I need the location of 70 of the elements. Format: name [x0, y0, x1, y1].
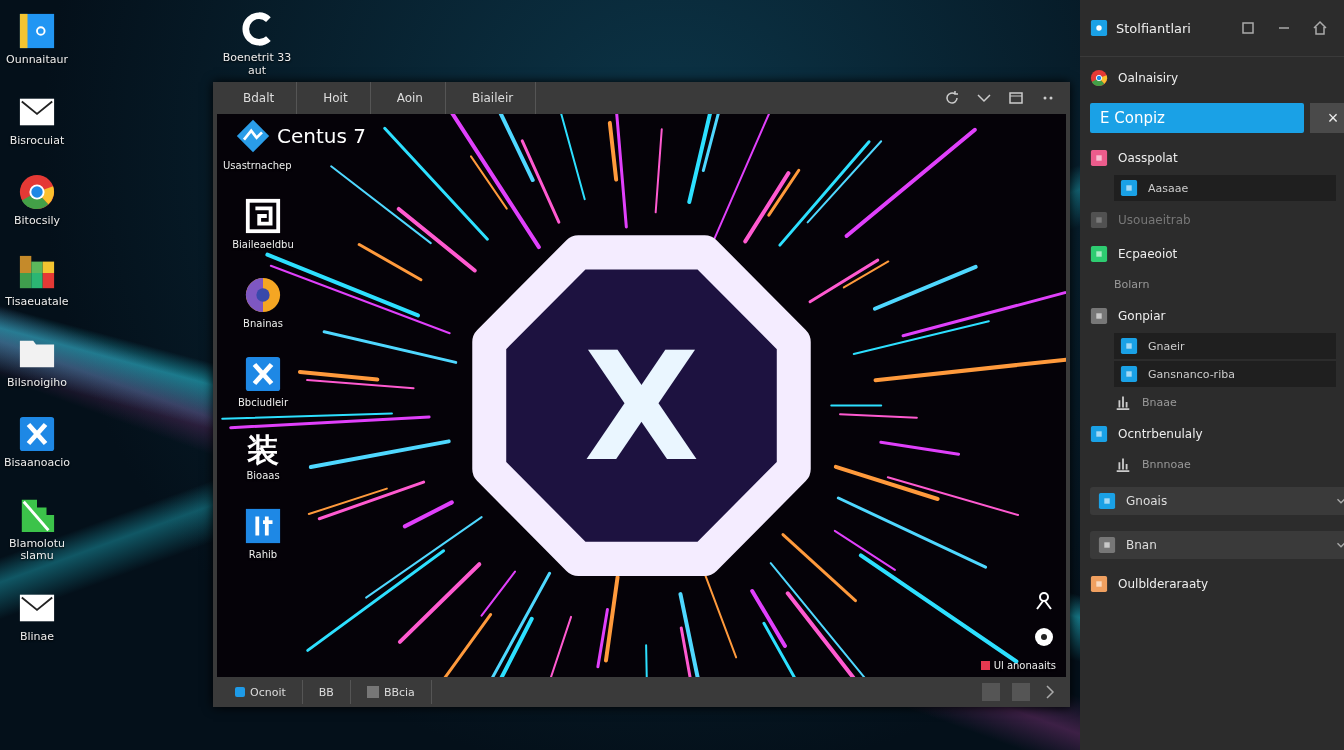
- x-app-icon: [244, 355, 282, 393]
- grid-icon: [366, 686, 379, 698]
- launcher-label[interactable]: Bbciudleir: [238, 397, 288, 408]
- sub-item-highlight[interactable]: Aasaae: [1114, 175, 1336, 201]
- status-bar-item[interactable]: BB: [302, 680, 351, 704]
- document-icon: [18, 12, 56, 50]
- browser-icon: [1090, 69, 1108, 87]
- close-button[interactable]: ×: [1310, 103, 1344, 133]
- square-logo-icon: [244, 197, 282, 235]
- sub-item[interactable]: Bnnnoae: [1142, 457, 1191, 471]
- app-subtitle: Usastrnachep: [223, 160, 293, 171]
- desktop-icon-label[interactable]: Bilsnoigiho: [0, 376, 74, 390]
- desktop-icon-label[interactable]: Bitocsily: [0, 215, 74, 228]
- app-icon: [1090, 245, 1108, 263]
- desktop-icon-label[interactable]: Tisaeuatale: [0, 295, 74, 309]
- app-icon: [1090, 575, 1108, 593]
- window-icon[interactable]: [1008, 90, 1024, 106]
- sub-item-highlight[interactable]: Gnaeir: [1114, 333, 1336, 359]
- app-title: Centus 7: [277, 124, 366, 148]
- panel-item[interactable]: Gonpiar: [1118, 309, 1166, 323]
- sub-item-highlight[interactable]: Gansnanco-riba: [1114, 361, 1336, 387]
- desktop-icon-label[interactable]: Bisrocuiat: [0, 134, 74, 148]
- desktop-icon-label[interactable]: Boenetrit 33 aut: [220, 52, 294, 78]
- home-icon[interactable]: [1312, 20, 1328, 36]
- dropdown[interactable]: Bnan: [1090, 531, 1344, 559]
- status-bar-item[interactable]: BBcia: [350, 680, 432, 704]
- corner-caption: Ul anonaaits: [993, 660, 1056, 671]
- app-icon: [1090, 149, 1108, 167]
- app-icon: [1090, 19, 1108, 37]
- sub-item[interactable]: Bolarn: [1114, 277, 1150, 291]
- desktop-icon-label[interactable]: Bisaanoacio: [0, 457, 74, 470]
- sub-item[interactable]: Gnaeir: [1148, 339, 1185, 353]
- app-icon: [1090, 307, 1108, 325]
- app-icon: [1090, 211, 1108, 229]
- person-icon[interactable]: [1034, 591, 1054, 611]
- launcher-label[interactable]: Bioaas: [246, 470, 280, 481]
- panel-item[interactable]: Ecpaeoiot: [1118, 247, 1178, 261]
- record-icon[interactable]: [1034, 627, 1054, 647]
- launcher-label[interactable]: Bnainas: [243, 318, 283, 329]
- x-app-icon: [18, 415, 56, 454]
- panel-item[interactable]: Oalnaisiry: [1118, 71, 1179, 85]
- panel-item[interactable]: Ocntrbenulaly: [1118, 427, 1203, 441]
- launcher-label[interactable]: Rahib: [248, 549, 278, 560]
- orb-icon: [244, 276, 282, 314]
- launcher-label[interactable]: Biaileaeldbu: [232, 239, 294, 250]
- app-icon: [1098, 536, 1116, 554]
- app-icon: [1098, 492, 1116, 510]
- dropdown[interactable]: Gnoais: [1090, 487, 1344, 515]
- app-icon: [1120, 179, 1138, 197]
- browser-icon: [18, 173, 56, 212]
- character-icon[interactable]: 装: [247, 434, 279, 466]
- panel-item[interactable]: Oulblderaraaty: [1118, 577, 1209, 591]
- panel-title: Stolfiantlari: [1116, 20, 1191, 36]
- status-bar-item[interactable]: Ocnoit: [219, 680, 303, 704]
- refresh-icon[interactable]: [944, 90, 960, 106]
- logo-letter: X: [583, 319, 700, 494]
- desktop-icon-label[interactable]: Blinae: [0, 631, 74, 644]
- layout-icon[interactable]: [1240, 20, 1256, 36]
- logo-icon: [235, 118, 271, 154]
- panel-item[interactable]: Oasspolat: [1118, 151, 1178, 165]
- app-icon: [1090, 425, 1108, 443]
- desktop-icon-label[interactable]: Blamolotu slamu: [0, 537, 74, 564]
- status-square-icon: [980, 661, 990, 670]
- sub-item[interactable]: Bnaae: [1142, 395, 1177, 409]
- bars-app-icon: [244, 507, 282, 545]
- app-icon: [1120, 337, 1138, 355]
- sub-item[interactable]: Gansnanco-riba: [1148, 367, 1235, 381]
- app-icon: [1120, 365, 1138, 383]
- desktop-icon-label[interactable]: Ounnaitaur: [0, 54, 74, 67]
- sub-item[interactable]: Aasaae: [1148, 181, 1189, 195]
